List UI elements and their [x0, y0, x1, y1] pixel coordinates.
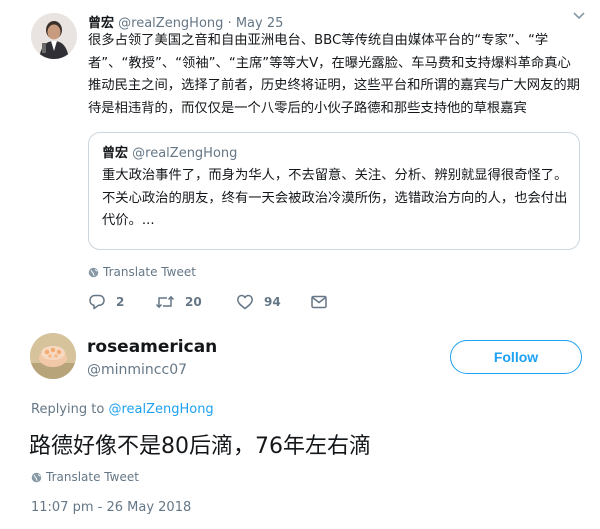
- tweet-date[interactable]: May 25: [236, 16, 284, 31]
- reply-button[interactable]: 2: [88, 293, 155, 311]
- separator: ·: [227, 16, 232, 31]
- user-handle[interactable]: @minmincc07: [87, 362, 187, 378]
- follow-button[interactable]: Follow: [450, 340, 582, 374]
- tweet-actions: 2 20 94: [88, 293, 338, 311]
- display-name[interactable]: 曾宏: [88, 16, 114, 31]
- retweet-count: 20: [185, 295, 202, 309]
- retweet-button[interactable]: 20: [155, 293, 236, 311]
- avatar-image: [30, 333, 76, 379]
- replying-mention-link[interactable]: @realZengHong: [108, 402, 213, 417]
- chevron-down-icon[interactable]: [573, 8, 585, 24]
- tweet-header: 曾宏 @realZengHong · May 25: [88, 12, 283, 31]
- tweet-text: 路德好像不是80后滴，76年左右滴: [29, 434, 371, 459]
- translate-tweet-link[interactable]: Translate Tweet: [31, 470, 139, 484]
- like-button[interactable]: 94: [236, 293, 310, 311]
- replying-to: Replying to @realZengHong: [31, 402, 214, 417]
- tweet-text: 很多占领了美国之音和自由亚洲电台、BBC等传统自由媒体平台的“专家”、“学者”、…: [88, 33, 580, 116]
- globe-icon: [88, 267, 99, 277]
- like-count: 94: [264, 295, 281, 309]
- translate-label: Translate Tweet: [46, 470, 139, 484]
- user-handle[interactable]: @realZengHong: [118, 16, 223, 31]
- quoted-tweet-header: 曾宏 @realZengHong: [102, 142, 569, 161]
- globe-icon: [31, 472, 42, 482]
- reply-count: 2: [116, 295, 125, 309]
- message-button[interactable]: [310, 293, 338, 311]
- avatar[interactable]: [31, 13, 77, 59]
- quoted-tweet-text: 重大政治事件了，而身为华人，不去留意、关注、分析、辨别就显得很奇怪了。 不关心政…: [102, 168, 568, 228]
- tweet-timestamp[interactable]: 11:07 pm - 26 May 2018: [31, 500, 191, 515]
- envelope-icon: [311, 295, 327, 309]
- quoted-display-name: 曾宏: [102, 146, 129, 161]
- retweet-icon: [155, 295, 175, 309]
- display-name[interactable]: roseamerican: [87, 337, 217, 357]
- quoted-user-handle: @realZengHong: [132, 146, 238, 161]
- quoted-tweet[interactable]: 曾宏 @realZengHong 重大政治事件了，而身为华人，不去留意、关注、分…: [88, 132, 580, 250]
- avatar-image: [31, 13, 77, 59]
- translate-tweet-link[interactable]: Translate Tweet: [88, 265, 196, 279]
- replying-prefix: Replying to: [31, 402, 105, 417]
- reply-icon: [89, 294, 105, 310]
- avatar[interactable]: [30, 333, 76, 379]
- translate-label: Translate Tweet: [103, 265, 196, 279]
- heart-icon: [237, 294, 253, 310]
